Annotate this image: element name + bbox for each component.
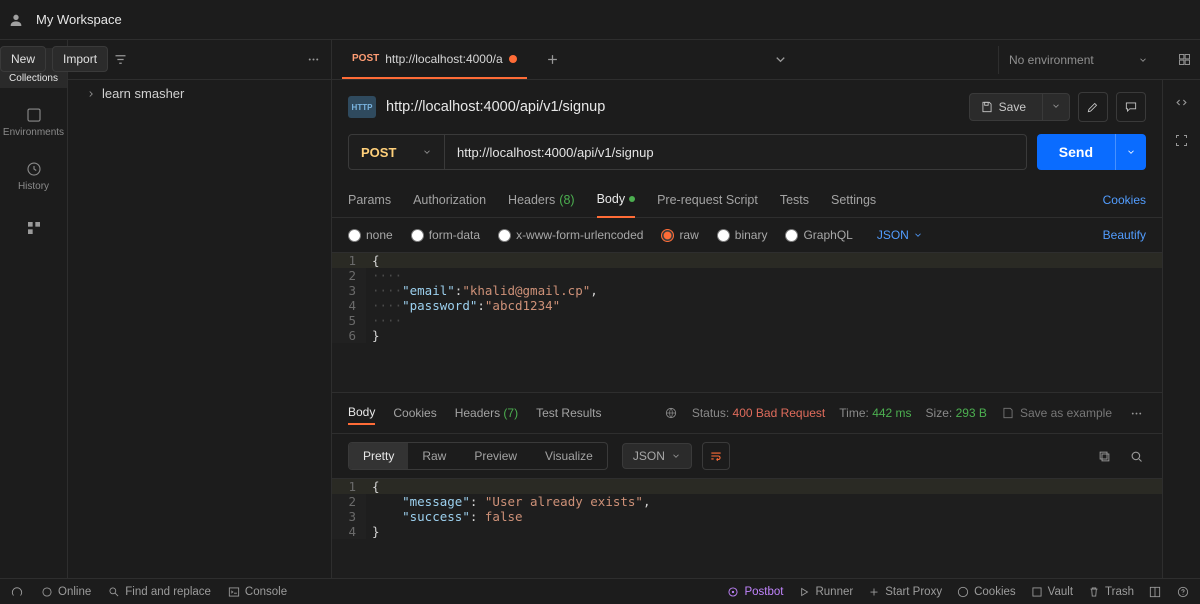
request-tabbar: New Import POST http://localhost:4000/a … [332,40,1200,80]
sb-vault[interactable]: Vault [1030,585,1073,599]
more-icon[interactable] [303,50,323,70]
tab-prerequest[interactable]: Pre-request Script [657,183,758,217]
http-icon: HTTP [348,96,376,118]
cookies-link[interactable]: Cookies [1103,193,1146,207]
activity-environments[interactable]: Environments [0,102,67,142]
unsaved-dot-icon [509,55,517,63]
body-formdata[interactable]: form-data [411,228,480,242]
request-tab[interactable]: POST http://localhost:4000/a [342,40,527,79]
time-value: 442 ms [872,406,911,420]
resp-tab-body[interactable]: Body [348,401,375,425]
view-visualize[interactable]: Visualize [531,443,607,469]
activity-history[interactable]: History [0,156,67,196]
copy-icon[interactable] [1094,446,1114,466]
filter-icon[interactable] [110,50,130,70]
edit-icon[interactable] [1078,92,1108,122]
resp-tab-cookies[interactable]: Cookies [393,402,436,424]
request-header: HTTP http://localhost:4000/api/v1/signup… [332,80,1162,134]
new-button[interactable]: New [0,46,46,72]
tab-settings[interactable]: Settings [831,183,876,217]
chevron-right-icon [86,89,96,99]
resp-tab-headers[interactable]: Headers (7) [455,402,518,424]
raw-format-dropdown[interactable]: JSON [877,228,923,242]
sb-sync-icon[interactable] [10,585,24,599]
response-body-editor[interactable]: 1{ 2 "message": "User already exists", 3… [332,478,1162,578]
tab-body[interactable]: Body [597,182,636,218]
workspace-name[interactable]: My Workspace [36,12,122,27]
body-none[interactable]: none [348,228,393,242]
body-raw[interactable]: raw [661,228,698,242]
resp-tab-tests[interactable]: Test Results [536,402,601,424]
sb-trash[interactable]: Trash [1087,585,1134,599]
tab-headers[interactable]: Headers (8) [508,183,575,217]
sb-online[interactable]: Online [40,585,91,599]
sb-layout-icon[interactable] [1148,585,1162,599]
search-icon[interactable] [1126,446,1146,466]
tab-authorization[interactable]: Authorization [413,183,486,217]
save-as-example[interactable]: Save as example [1001,406,1112,420]
send-dropdown[interactable] [1115,134,1146,170]
activity-bar: Collections Environments History [0,40,68,578]
response-format-dropdown[interactable]: JSON [622,443,692,469]
response-bar: Body Cookies Headers (7) Test Results St… [332,392,1162,434]
sb-find-replace[interactable]: Find and replace [107,585,211,599]
chevron-down-icon [1138,55,1148,65]
top-bar: My Workspace [0,0,1200,40]
code-icon[interactable] [1172,92,1192,112]
view-pretty[interactable]: Pretty [349,443,408,469]
comment-icon[interactable] [1116,92,1146,122]
send-button[interactable]: Send [1037,134,1115,170]
sb-console[interactable]: Console [227,585,287,599]
save-dropdown[interactable] [1042,94,1069,120]
wrap-lines-icon[interactable] [702,442,730,470]
expand-icon[interactable] [1172,130,1192,150]
request-body-editor[interactable]: 1{ 2···· 3····"email":"khalid@gmail.cp",… [332,252,1162,392]
method-dropdown[interactable]: POST [349,135,445,169]
import-button[interactable]: Import [52,46,108,72]
status-value: 400 Bad Request [733,406,826,420]
tab-chevron-icon[interactable] [770,50,790,70]
sb-postbot[interactable]: Postbot [726,585,783,599]
sidebar: learn smasher [68,40,332,578]
sb-proxy[interactable]: Start Proxy [867,585,942,599]
collection-label: learn smasher [102,86,184,101]
globe-icon[interactable] [664,406,678,420]
activity-more[interactable] [0,216,67,240]
person-icon [8,12,24,28]
body-graphql[interactable]: GraphQL [785,228,852,242]
save-icon [980,100,994,114]
view-preview[interactable]: Preview [460,443,531,469]
sb-runner[interactable]: Runner [797,585,853,599]
collection-item[interactable]: learn smasher [68,80,331,107]
view-raw[interactable]: Raw [408,443,460,469]
request-subtabs: Params Authorization Headers (8) Body Pr… [332,182,1162,218]
url-input[interactable] [445,135,1026,169]
response-view-bar: Pretty Raw Preview Visualize JSON [332,434,1162,478]
body-type-options: none form-data x-www-form-urlencoded raw… [332,218,1162,252]
env-quicklook-icon[interactable] [1174,50,1194,70]
url-bar: POST [348,134,1027,170]
size-value: 293 B [956,406,987,420]
body-urlencoded[interactable]: x-www-form-urlencoded [498,228,643,242]
resp-more-icon[interactable] [1126,403,1146,423]
tab-tests[interactable]: Tests [780,183,809,217]
save-button-group: Save [969,93,1070,121]
right-rail [1162,80,1200,578]
save-button[interactable]: Save [970,94,1036,120]
status-bar: Online Find and replace Console Postbot … [0,578,1200,604]
environment-select[interactable]: No environment [998,46,1158,74]
chevron-down-icon [422,147,432,157]
body-indicator-dot [629,196,635,202]
send-button-group: Send [1037,134,1146,170]
add-tab-icon[interactable] [543,50,563,70]
body-binary[interactable]: binary [717,228,768,242]
sb-cookies[interactable]: Cookies [956,585,1016,599]
request-title: http://localhost:4000/api/v1/signup [386,99,605,115]
tab-params[interactable]: Params [348,183,391,217]
sb-help-icon[interactable] [1176,585,1190,599]
beautify-button[interactable]: Beautify [1103,228,1146,242]
